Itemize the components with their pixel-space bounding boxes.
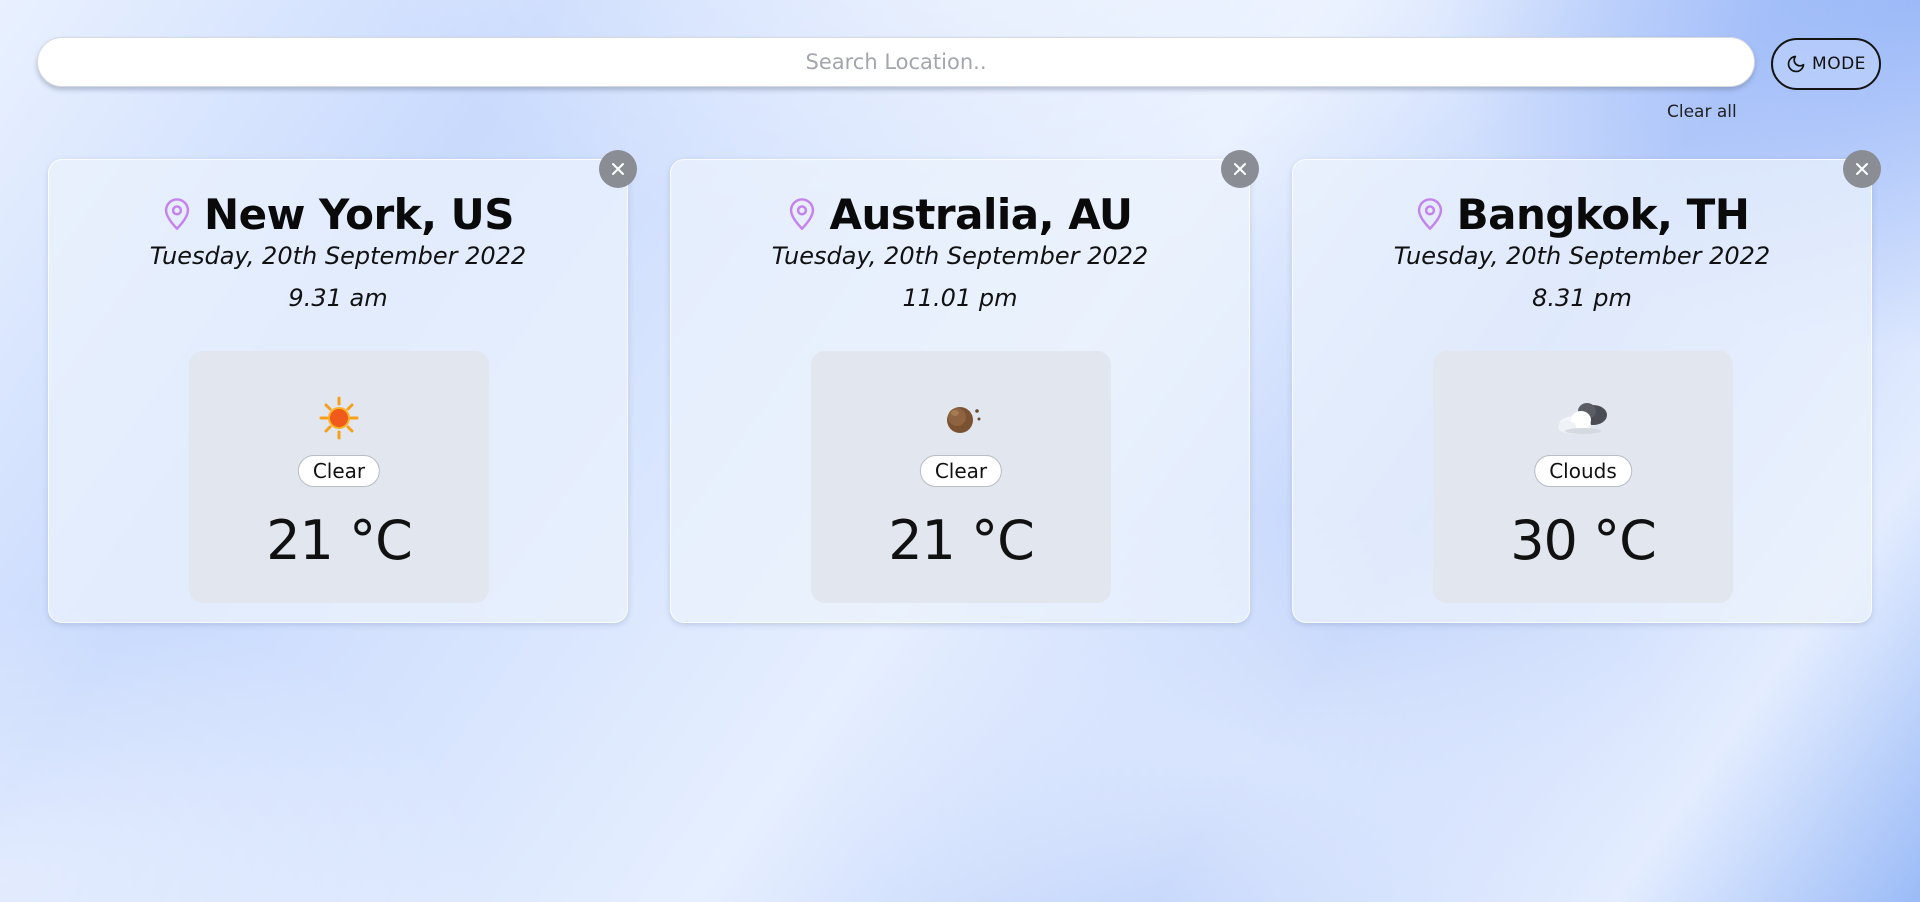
weather-card: Bangkok, TH Tuesday, 20th September 2022… — [1292, 150, 1881, 623]
time-text: 11.01 pm — [902, 284, 1018, 312]
moon-night-icon — [947, 407, 981, 433]
location-pin-icon — [1417, 198, 1442, 231]
temperature: 21 °C — [888, 509, 1035, 572]
temperature: 30 °C — [1510, 509, 1657, 572]
weather-panel: Clear 21 °C — [189, 351, 489, 603]
search-input[interactable] — [37, 37, 1755, 87]
weather-card: New York, US Tuesday, 20th September 202… — [48, 150, 637, 623]
clear-all-link[interactable]: Clear all — [1667, 102, 1737, 122]
close-icon — [612, 163, 624, 175]
condition-badge: Clear — [919, 455, 1003, 487]
mode-toggle-button[interactable]: MODE — [1771, 38, 1881, 90]
moon-icon — [1787, 55, 1805, 73]
close-icon — [1234, 163, 1246, 175]
remove-card-button[interactable] — [599, 150, 637, 188]
weather-panel: Clouds 30 °C — [1433, 351, 1733, 603]
remove-card-button[interactable] — [1843, 150, 1881, 188]
card-title: Bangkok, TH — [1293, 186, 1871, 242]
location-pin-icon — [164, 198, 190, 231]
weather-card: Australia, AU Tuesday, 20th September 20… — [670, 150, 1259, 623]
close-icon — [1856, 163, 1868, 175]
time-text: 9.31 am — [288, 284, 388, 312]
city-name: Australia, AU — [829, 189, 1133, 239]
top-bar: MODE — [37, 37, 1883, 91]
mode-label: MODE — [1812, 54, 1866, 74]
temperature: 21 °C — [266, 509, 413, 572]
remove-card-button[interactable] — [1221, 150, 1259, 188]
date-text: Tuesday, 20th September 2022 — [771, 242, 1149, 270]
city-name: New York, US — [203, 189, 515, 239]
weather-panel: Clear 21 °C — [811, 351, 1111, 603]
city-name: Bangkok, TH — [1456, 189, 1750, 239]
sun-icon — [319, 396, 359, 440]
date-text: Tuesday, 20th September 2022 — [149, 242, 527, 270]
card-title: New York, US — [49, 186, 627, 242]
time-text: 8.31 pm — [1532, 284, 1632, 312]
location-pin-icon — [790, 198, 815, 231]
card-title: Australia, AU — [671, 186, 1249, 242]
date-text: Tuesday, 20th September 2022 — [1393, 242, 1771, 270]
condition-badge: Clouds — [1534, 455, 1632, 487]
condition-badge: Clear — [297, 455, 381, 487]
cloud-night-icon — [1558, 403, 1607, 434]
